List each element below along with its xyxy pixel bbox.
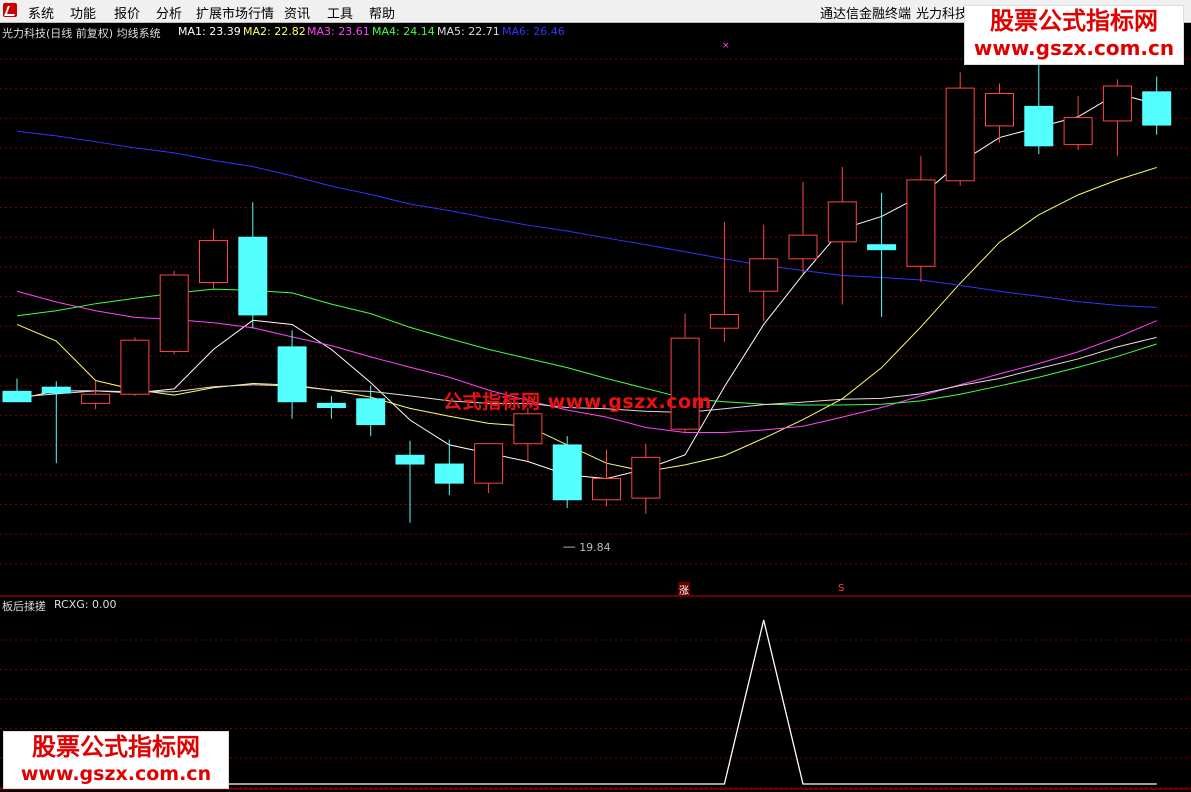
s-marker: S <box>838 583 845 594</box>
candle-body <box>709 313 739 329</box>
candle-body <box>827 201 857 243</box>
candle-body <box>316 402 346 409</box>
candle-body <box>41 386 71 394</box>
ma3-value: MA3: 23.61 <box>307 25 370 38</box>
candle-body <box>159 274 189 352</box>
candle-body <box>906 179 936 267</box>
zhang-marker: 涨 <box>678 582 690 597</box>
menu-function[interactable]: 功能 <box>70 3 96 22</box>
menu-quote[interactable]: 报价 <box>114 3 140 22</box>
ma1-value: MA1: 23.39 <box>178 25 241 38</box>
candle-body <box>199 240 228 284</box>
candle-body <box>592 478 621 501</box>
candle-body <box>552 444 582 501</box>
top-watermark: 股票公式指标网 www.gszx.com.cn <box>964 5 1184 65</box>
candle-body <box>631 456 661 499</box>
candle-body <box>1142 91 1172 126</box>
candle-body <box>1024 105 1054 147</box>
signal-x-marker: × <box>722 41 730 51</box>
menu-extended-market[interactable]: 扩展市场行情 <box>196 3 274 22</box>
ma2-value: MA2: 22.82 <box>243 25 306 38</box>
top-watermark-line1: 股票公式指标网 <box>990 7 1158 35</box>
menu-analysis[interactable]: 分析 <box>156 3 182 22</box>
menu-system[interactable]: 系统 <box>28 3 54 22</box>
candle-body <box>945 87 975 182</box>
candle-body <box>395 454 425 465</box>
center-watermark: 公式指标网 www.gszx.com <box>443 391 712 413</box>
candle-body <box>474 443 504 484</box>
menu-help[interactable]: 帮助 <box>369 3 395 22</box>
menu-terminal-name: 通达信金融终端 <box>820 7 912 22</box>
candle-body <box>434 463 464 484</box>
indicator-title: 板后揉搓 <box>2 600 46 613</box>
menu-tools[interactable]: 工具 <box>327 3 353 22</box>
indicator-value: RCXG: 0.00 <box>54 598 117 611</box>
candle-body <box>513 413 543 445</box>
candle-body <box>1063 117 1093 146</box>
candle-body <box>120 339 150 395</box>
candle-body <box>670 337 700 430</box>
candle-body <box>277 346 307 403</box>
app-logo-icon[interactable] <box>3 3 17 17</box>
bottom-watermark: 股票公式指标网 www.gszx.com.cn <box>3 731 229 789</box>
menu-stock-name: 光力科技 <box>916 7 969 22</box>
candle-body <box>2 390 32 403</box>
ma5-value: MA5: 22.71 <box>437 25 500 38</box>
ma4-value: MA4: 24.14 <box>372 25 435 38</box>
candle-body <box>81 393 111 404</box>
candle-body <box>238 236 268 316</box>
candle-body <box>749 258 779 292</box>
menu-news[interactable]: 资讯 <box>284 3 310 22</box>
low-price-label: 19.84 <box>579 541 611 554</box>
candle-body <box>867 244 897 251</box>
candle-body <box>356 398 386 426</box>
top-watermark-line2: www.gszx.com.cn <box>973 36 1175 60</box>
candle-body <box>1102 85 1132 122</box>
candle-body <box>985 93 1014 127</box>
ma6-value: MA6: 26.46 <box>502 25 565 38</box>
candle-body <box>788 234 818 260</box>
bottom-watermark-line2: www.gszx.com.cn <box>20 763 212 785</box>
chart-title: 光力科技(日线 前复权) 均线系统 <box>2 27 161 40</box>
bottom-watermark-line1: 股票公式指标网 <box>32 733 200 761</box>
